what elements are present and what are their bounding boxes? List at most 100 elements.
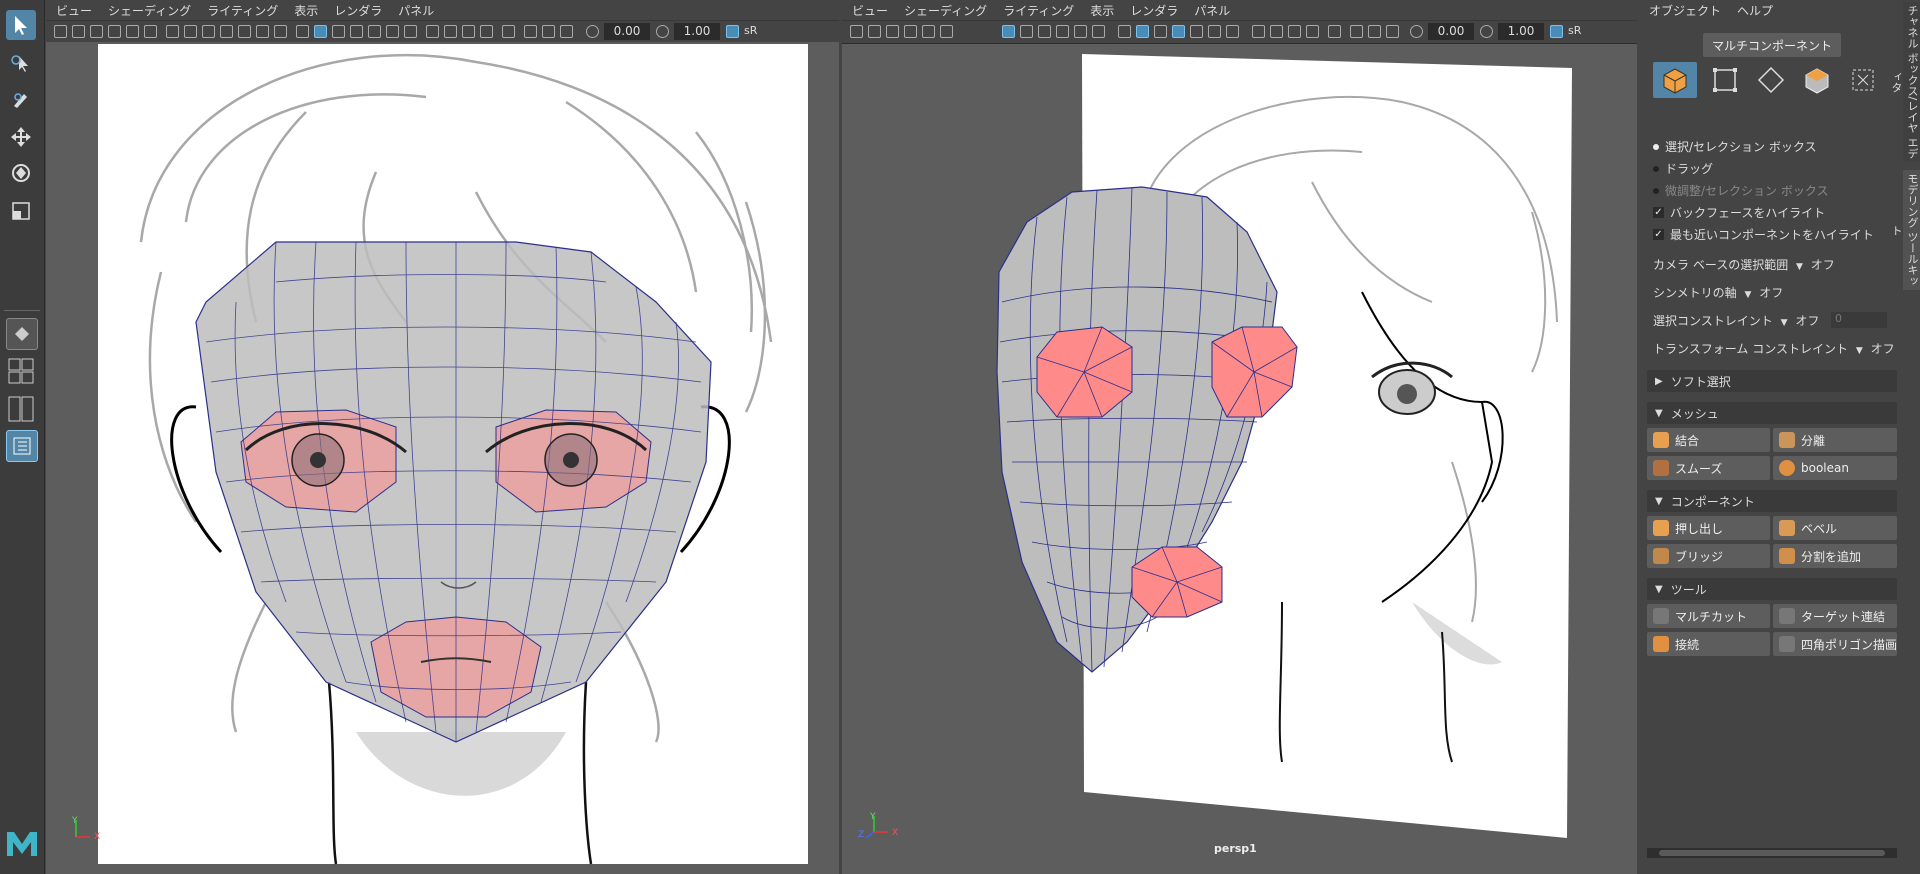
film-gate-icon[interactable] [1020, 25, 1033, 38]
gamma-field[interactable]: 1.00 [1498, 23, 1544, 40]
image-plane-icon[interactable] [108, 25, 121, 38]
menu-renderer[interactable]: レンダラ [334, 2, 382, 19]
depth-of-field-icon[interactable] [480, 25, 493, 38]
transform-constraint-value[interactable]: オフ [1871, 342, 1895, 356]
combine-button[interactable]: 結合 [1647, 428, 1770, 452]
motion-blur-icon[interactable] [1270, 25, 1283, 38]
bookmark-icon[interactable] [90, 25, 103, 38]
resolution-gate-icon[interactable] [202, 25, 215, 38]
modeling-toolkit-tab[interactable]: モデリング ツールキット [1890, 170, 1920, 290]
dropdown-arrow-icon[interactable]: ▼ [1856, 346, 1863, 356]
option-select-box[interactable]: 選択/セレクション ボックス [1653, 138, 1817, 155]
shadows-icon[interactable] [404, 25, 417, 38]
menu-help[interactable]: ヘルプ [1737, 2, 1773, 19]
dropdown-arrow-icon[interactable]: ▼ [1796, 262, 1803, 272]
gamma-icon[interactable] [1480, 25, 1493, 38]
menu-shading[interactable]: シェーディング [108, 2, 191, 19]
ambient-occlusion-icon[interactable] [1252, 25, 1265, 38]
lights-icon[interactable] [1208, 25, 1221, 38]
menu-view[interactable]: ビュー [56, 2, 92, 19]
wireframe-icon[interactable] [1118, 25, 1131, 38]
default-material-icon[interactable] [332, 25, 345, 38]
safe-title-icon[interactable] [1092, 25, 1105, 38]
menu-panels[interactable]: パネル [398, 2, 434, 19]
safe-title-icon[interactable] [274, 25, 287, 38]
color-space-label[interactable]: sR [1568, 24, 1581, 37]
grease-pencil-icon[interactable] [940, 25, 953, 38]
shadows-icon[interactable] [1226, 25, 1239, 38]
target-weld-button[interactable]: ターゲット連結 [1773, 604, 1897, 628]
scrollbar-thumb[interactable] [1659, 850, 1885, 856]
uv-mode-icon[interactable] [1841, 62, 1885, 98]
bridge-button[interactable]: ブリッジ [1647, 544, 1770, 568]
menu-lighting[interactable]: ライティング [1003, 2, 1074, 19]
camera-select-icon[interactable] [54, 25, 67, 38]
menu-panels[interactable]: パネル [1194, 2, 1230, 19]
image-plane-icon[interactable] [904, 25, 917, 38]
selection-constraint-value[interactable]: オフ [1795, 314, 1819, 328]
single-view-layout-icon[interactable] [6, 318, 38, 350]
face-mode-icon[interactable] [1795, 62, 1839, 98]
channel-box-tab[interactable]: チャネル ボックス/レイヤ エディタ [1890, 2, 1920, 162]
quad-draw-button[interactable]: 四角ポリゴン描画 [1773, 632, 1897, 656]
color-management-icon[interactable] [1550, 25, 1563, 38]
exposure-icon[interactable] [1410, 25, 1423, 38]
camera-attributes-icon[interactable] [868, 25, 881, 38]
menu-show[interactable]: 表示 [1090, 2, 1114, 19]
menu-object[interactable]: オブジェクト [1649, 2, 1721, 19]
field-chart-icon[interactable] [1074, 25, 1087, 38]
wireframe-on-shaded-icon[interactable] [350, 25, 363, 38]
smooth-shade-icon[interactable] [1136, 25, 1149, 38]
gate-mask-icon[interactable] [220, 25, 233, 38]
backface-culling-icon[interactable] [560, 25, 573, 38]
perspective-viewport[interactable]: ビュー シェーディング ライティング 表示 レンダラ パネル 0.00 1.00… [842, 0, 1637, 874]
symmetry-value[interactable]: オフ [1759, 286, 1783, 300]
extrude-button[interactable]: 押し出し [1647, 516, 1770, 540]
dropdown-arrow-icon[interactable]: ▼ [1744, 290, 1751, 300]
color-space-label[interactable]: sR [744, 24, 757, 37]
bevel-button[interactable]: ベベル [1773, 516, 1897, 540]
vertex-mode-icon[interactable] [1703, 62, 1747, 98]
safe-action-icon[interactable] [256, 25, 269, 38]
checkbox-highlight-nearest[interactable]: ✓ 最も近いコンポーネントをハイライト [1653, 226, 1874, 243]
gate-mask-icon[interactable] [1056, 25, 1069, 38]
object-mode-icon[interactable] [1653, 62, 1697, 98]
lights-icon[interactable] [386, 25, 399, 38]
front-view-canvas[interactable]: Y X [46, 42, 839, 874]
smooth-shade-icon[interactable] [314, 25, 327, 38]
motion-blur-icon[interactable] [444, 25, 457, 38]
textured-icon[interactable] [368, 25, 381, 38]
menu-shading[interactable]: シェーディング [904, 2, 987, 19]
grease-pencil-icon[interactable] [144, 25, 157, 38]
front-viewport[interactable]: ビュー シェーディング ライティング 表示 レンダラ パネル 0.00 1.00… [46, 0, 839, 874]
wireframe-icon[interactable] [296, 25, 309, 38]
soft-select-section[interactable]: ▶ ソフト選択 [1647, 370, 1897, 392]
perspective-view-canvas[interactable]: Y Z X persp1 [842, 42, 1637, 874]
boolean-button[interactable]: boolean [1773, 456, 1897, 480]
default-material-icon[interactable] [1154, 25, 1167, 38]
separate-button[interactable]: 分離 [1773, 428, 1897, 452]
two-view-layout-icon[interactable] [6, 394, 36, 424]
multi-cut-button[interactable]: マルチカット [1647, 604, 1770, 628]
two-d-pan-icon[interactable] [126, 25, 139, 38]
wireframe-on-shaded-icon[interactable] [1172, 25, 1185, 38]
xray-joints-icon[interactable] [1368, 25, 1381, 38]
camera-attributes-icon[interactable] [72, 25, 85, 38]
outliner-layout-icon[interactable] [6, 430, 38, 462]
scale-tool-icon[interactable] [6, 196, 36, 226]
menu-renderer[interactable]: レンダラ [1130, 2, 1178, 19]
four-view-layout-icon[interactable] [6, 356, 36, 386]
menu-view[interactable]: ビュー [852, 2, 888, 19]
film-gate-icon[interactable] [184, 25, 197, 38]
ambient-occlusion-icon[interactable] [426, 25, 439, 38]
bookmark-icon[interactable] [886, 25, 899, 38]
textured-icon[interactable] [1190, 25, 1203, 38]
isolate-select-icon[interactable] [502, 25, 515, 38]
move-tool-icon[interactable] [6, 122, 36, 152]
lasso-tool-icon[interactable] [6, 48, 36, 78]
component-section-header[interactable]: ▼ コンポーネント [1647, 490, 1897, 512]
dropdown-arrow-icon[interactable]: ▼ [1781, 318, 1788, 328]
edge-mode-icon[interactable] [1749, 62, 1793, 98]
grid-icon[interactable] [166, 25, 179, 38]
resolution-gate-icon[interactable] [1038, 25, 1051, 38]
